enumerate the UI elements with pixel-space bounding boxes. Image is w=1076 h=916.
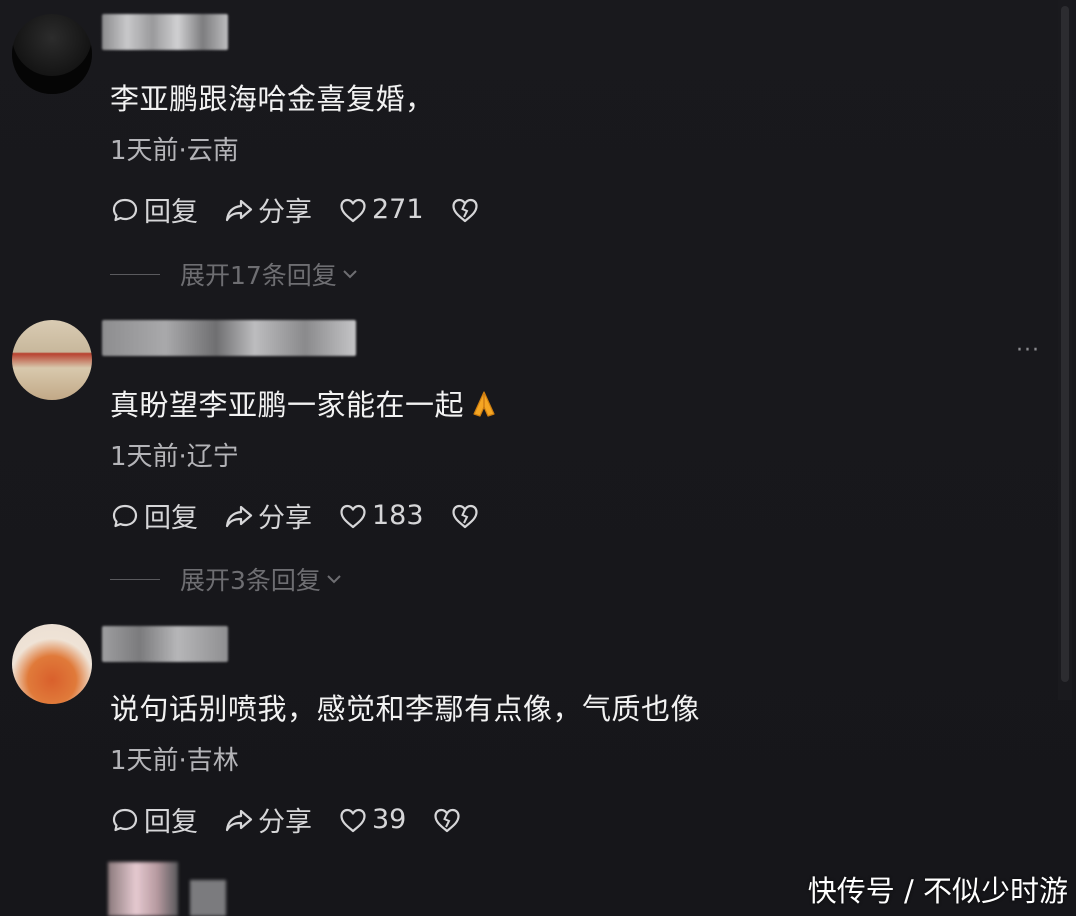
share-arrow-icon [225, 199, 253, 221]
avatar[interactable] [12, 624, 92, 704]
share-button[interactable]: 分享 [224, 496, 312, 535]
chevron-down-icon [327, 575, 341, 584]
comment-meta: 1天前·吉林 [110, 746, 239, 776]
comment-text: 真盼望李亚鹏一家能在一起 [110, 382, 500, 424]
chevron-down-icon [343, 270, 357, 279]
comment-list: 李亚鹏跟海哈金喜复婚， 1天前·云南 回复 分享 271 展开17条回复 ···… [0, 0, 1076, 916]
reply-button[interactable]: 回复 [110, 800, 198, 839]
reply-label: 回复 [144, 503, 198, 534]
comment-actions: 回复 分享 183 [110, 496, 510, 535]
dislike-button[interactable] [450, 195, 484, 225]
like-button[interactable]: 271 [338, 194, 424, 225]
dislike-button[interactable] [450, 501, 484, 531]
username-blurred[interactable] [102, 320, 356, 356]
expand-replies-button[interactable]: 展开17条回复 [110, 256, 359, 292]
expand-replies-button[interactable]: 展开3条回复 [110, 561, 343, 597]
comment-text-content: 真盼望李亚鹏一家能在一起 [110, 388, 465, 422]
comment-text: 说句话别喷我，感觉和李鄢有点像，气质也像 [110, 692, 701, 726]
avatar[interactable] [108, 862, 178, 916]
heart-icon [340, 198, 366, 222]
share-label: 分享 [258, 503, 312, 534]
username-blurred[interactable] [102, 14, 228, 50]
folded-hands-emoji [473, 391, 495, 417]
broken-heart-icon [451, 198, 478, 222]
divider-line [110, 273, 160, 275]
reply-button[interactable]: 回复 [110, 190, 198, 229]
more-options-icon[interactable]: ··· [1016, 338, 1040, 363]
heart-icon [340, 504, 366, 528]
expand-replies-label: 展开17条回复 [180, 261, 337, 290]
watermark: 快传号 / 不似少时游 [807, 874, 1068, 908]
expand-replies-label: 展开3条回复 [180, 566, 321, 595]
broken-heart-icon [451, 504, 478, 528]
heart-icon [340, 808, 366, 832]
share-button[interactable]: 分享 [224, 800, 312, 839]
avatar[interactable] [12, 14, 92, 94]
like-count: 183 [372, 500, 424, 531]
like-button[interactable]: 183 [338, 500, 424, 531]
reply-label: 回复 [144, 807, 198, 838]
reply-button[interactable]: 回复 [110, 496, 198, 535]
username-blurred[interactable] [190, 880, 226, 916]
share-arrow-icon [225, 505, 253, 527]
comment-bubble-icon [112, 808, 138, 831]
comment-actions: 回复 分享 39 [110, 800, 492, 839]
username-blurred[interactable] [102, 626, 228, 662]
share-button[interactable]: 分享 [224, 190, 312, 229]
like-count: 271 [372, 194, 424, 225]
dislike-button[interactable] [432, 805, 466, 835]
like-count: 39 [372, 804, 407, 835]
comment-text: 李亚鹏跟海哈金喜复婚， [110, 82, 435, 116]
scrollbar-thumb[interactable] [1061, 6, 1069, 682]
avatar[interactable] [12, 320, 92, 400]
share-arrow-icon [225, 809, 253, 831]
share-label: 分享 [258, 807, 312, 838]
comment-meta: 1天前·辽宁 [110, 442, 239, 472]
like-button[interactable]: 39 [338, 804, 406, 835]
comment-bubble-icon [112, 198, 138, 221]
scrollbar-track[interactable] [1058, 0, 1072, 700]
broken-heart-icon [434, 808, 460, 832]
comment-actions: 回复 分享 271 [110, 190, 510, 229]
divider-line [110, 578, 160, 580]
reply-label: 回复 [144, 197, 198, 228]
comment-bubble-icon [112, 504, 138, 527]
comment-meta: 1天前·云南 [110, 136, 239, 166]
share-label: 分享 [258, 197, 312, 228]
